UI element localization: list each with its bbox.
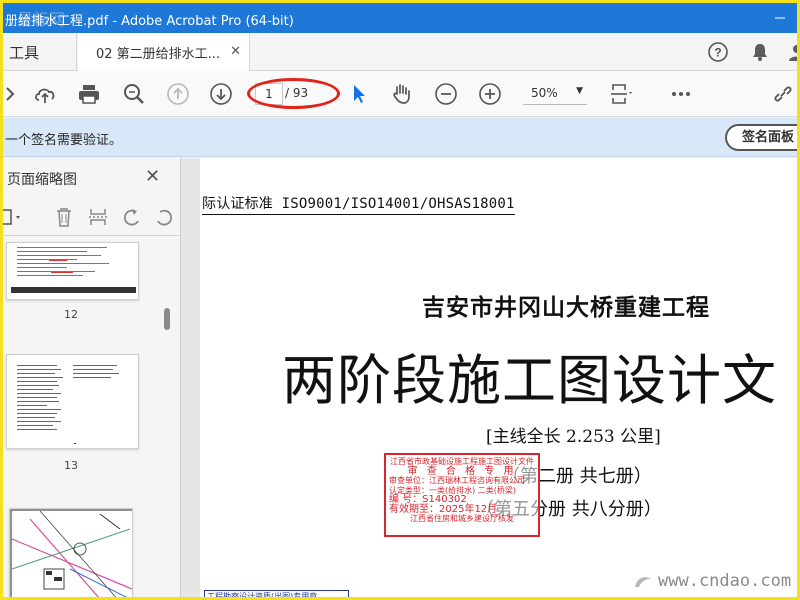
page-thumbnail[interactable] (6, 242, 139, 300)
signature-message: 一个签名需要验证。 (5, 133, 123, 148)
search-icon[interactable] (122, 82, 146, 106)
stamp-line: 有效期至：2025年12月 (389, 503, 498, 515)
zoom-value: 50% (531, 86, 558, 100)
project-name: 吉安市井冈山大桥重建工程 (422, 294, 710, 321)
design-seal-label: 工程勘察设计资质(出图)专用章 (204, 590, 349, 597)
approval-stamp: 江西省市政基础设施工程施工图设计文件 审 查 合 格 专 用 审查单位：江西瑞林… (384, 453, 540, 537)
tab-document-label: 02 第二册给排水工... (96, 46, 221, 62)
thumbnail-panel-header: 页面缩略图 ✕ (3, 158, 180, 196)
highlight-ellipse (247, 78, 340, 109)
main-toolbar: 1 / 93 50% ▼ (3, 71, 797, 117)
stamp-line: 江西省住房和城乡建设厅核发 (410, 514, 514, 523)
page-thumbnail[interactable] (9, 508, 133, 597)
tab-tools[interactable]: 工具 (3, 33, 77, 71)
next-page-icon[interactable] (209, 82, 233, 106)
delete-icon[interactable] (53, 206, 75, 228)
pdf-page: 际认证标准 ISO9001/ISO14001/OHSAS18001 吉安市井冈山… (200, 158, 797, 597)
zoom-in-icon[interactable] (478, 82, 502, 106)
page-thumbnail[interactable] (6, 354, 139, 449)
window-controls (757, 3, 797, 33)
print-icon[interactable] (77, 82, 101, 106)
select-cursor-icon[interactable] (347, 82, 371, 106)
close-tab-icon[interactable]: ✕ (230, 44, 241, 59)
more-options-icon[interactable] (669, 82, 693, 106)
tab-tools-label: 工具 (9, 43, 40, 62)
main-line-length: [主线全长 2.253 公里] (486, 427, 661, 447)
fit-page-icon[interactable] (609, 82, 633, 106)
rotate-right-icon[interactable] (153, 206, 175, 228)
certification-line: 际认证标准 ISO9001/ISO14001/OHSAS18001 (202, 193, 515, 215)
thumbnail-panel: 页面缩略图 ✕ 12 13 (3, 158, 181, 597)
app-frame: 册给排水工程.pdf - Adobe Acrobat Pro (64-bit) … (0, 0, 800, 600)
previous-page-icon[interactable] (166, 82, 190, 106)
stamp-line: 审 查 合 格 专 用 (407, 465, 517, 477)
signature-panel-button[interactable]: 签名面板 (725, 124, 797, 151)
help-icon[interactable]: ? (707, 41, 729, 63)
tab-document[interactable]: 02 第二册给排水工... ✕ (78, 33, 250, 71)
title-watermark: 星标网 (17, 10, 66, 29)
extract-pages-icon[interactable] (87, 206, 109, 228)
thumbnail-menu-icon[interactable] (3, 206, 25, 228)
account-icon[interactable] (786, 41, 797, 63)
link-icon[interactable] (771, 82, 795, 106)
svg-text:?: ? (714, 46, 721, 60)
minimize-icon (775, 17, 785, 19)
bell-icon[interactable] (749, 41, 771, 63)
thumbnail-toolbar (3, 198, 180, 236)
thumbnail-scrollbar[interactable] (164, 308, 170, 330)
document-view: 际认证标准 ISO9001/ISO14001/OHSAS18001 吉安市井冈山… (181, 158, 797, 597)
upload-cloud-icon[interactable] (33, 82, 57, 106)
thumbnail-page-number: 13 (64, 459, 78, 472)
star-icon[interactable] (3, 82, 27, 106)
signature-banner: 一个签名需要验证。 签名面板 (3, 118, 797, 157)
zoom-out-icon[interactable] (434, 82, 458, 106)
hand-tool-icon[interactable] (390, 82, 414, 106)
stamp-line: 审查单位：江西瑞林工程咨询有限公司 (389, 476, 525, 485)
tab-bar: 工具 02 第二册给排水工... ✕ ? (3, 33, 797, 71)
watermark-logo-icon (635, 577, 651, 587)
rotate-left-icon[interactable] (121, 206, 143, 228)
title-bar: 册给排水工程.pdf - Adobe Acrobat Pro (64-bit) … (3, 3, 797, 33)
thumbnail-page-number: 12 (64, 308, 78, 321)
document-main-title: 两阶段施工图设计文 (282, 349, 777, 412)
site-watermark: www.cndao.com (658, 571, 792, 591)
close-panel-icon[interactable]: ✕ (145, 166, 160, 187)
chevron-down-icon: ▼ (576, 86, 583, 96)
thumbnail-panel-title: 页面缩略图 (7, 172, 77, 188)
minimize-button[interactable] (757, 3, 797, 33)
zoom-dropdown[interactable]: 50% ▼ (523, 83, 587, 105)
